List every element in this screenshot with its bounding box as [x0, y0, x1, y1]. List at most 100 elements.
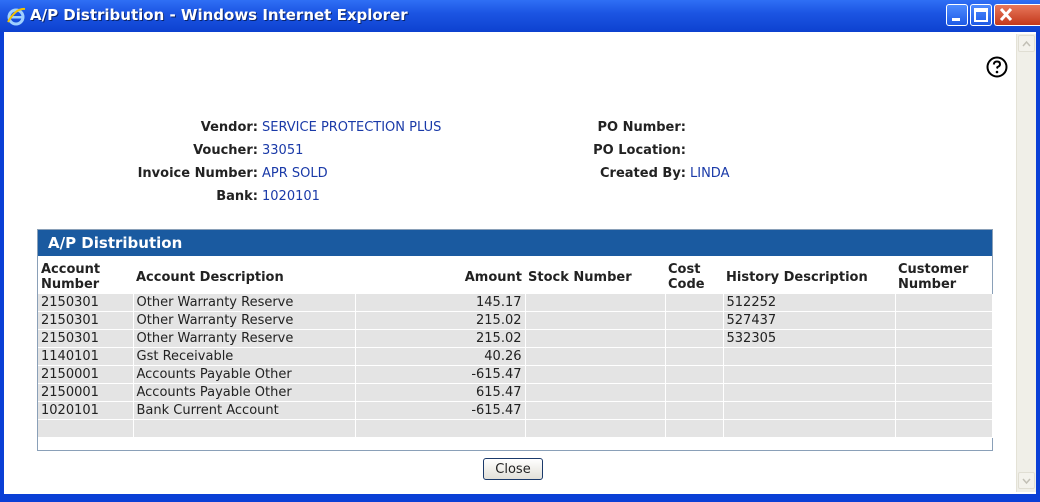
help-icon[interactable] — [986, 56, 1008, 78]
column-header-stock-number: Stock Number — [528, 269, 632, 285]
account-description-cell: Gst Receivable — [133, 347, 356, 366]
stock-number-cell — [525, 347, 666, 366]
po-location-row: PO Location: — [556, 143, 690, 158]
created-by-label: Created By: — [600, 166, 686, 181]
account-number-cell: 2150301 — [38, 329, 134, 348]
minimize-button[interactable] — [946, 4, 968, 26]
title-bar[interactable]: A/P Distribution - Windows Internet Expl… — [0, 0, 1040, 32]
column-header-account-number: Account Number — [41, 262, 101, 292]
ap-distribution-panel: A/P Distribution Account Number Account … — [37, 229, 993, 451]
amount-cell: 215.02 — [355, 311, 526, 330]
table-row: 1020101 Bank Current Account -615.47 — [38, 401, 993, 420]
stock-number-cell — [525, 383, 666, 402]
table-row: 2150301 Other Warranty Reserve 215.02 52… — [38, 311, 993, 330]
table-row: 2150301 Other Warranty Reserve 215.02 53… — [38, 329, 993, 348]
voucher-row: Voucher: 33051 — [112, 143, 303, 158]
po-location-label: PO Location: — [593, 143, 686, 158]
customer-number-cell — [895, 294, 993, 312]
amount-cell: 40.26 — [355, 347, 526, 366]
account-number-cell: 2150301 — [38, 311, 134, 330]
invoice-row: Invoice Number: APR SOLD — [112, 166, 328, 181]
account-description-cell: Bank Current Account — [133, 401, 356, 420]
cost-code-cell — [665, 401, 724, 420]
created-by-row: Created By: LINDA — [556, 166, 729, 181]
amount-cell: -615.47 — [355, 365, 526, 384]
cost-code-cell — [665, 347, 724, 366]
account-number-cell — [38, 419, 134, 438]
stock-number-cell — [525, 311, 666, 330]
amount-cell: 145.17 — [355, 294, 526, 312]
vendor-label: Vendor: — [200, 120, 258, 135]
account-description-cell: Other Warranty Reserve — [133, 329, 356, 348]
invoice-number-label: Invoice Number: — [137, 166, 258, 181]
distribution-table: Account Number Account Description Amoun… — [38, 260, 993, 438]
minimize-icon — [952, 18, 960, 21]
chevron-down-icon — [1022, 478, 1031, 485]
stock-number-cell — [525, 401, 666, 420]
po-number-row: PO Number: — [556, 120, 690, 135]
bank-label: Bank: — [216, 189, 258, 204]
customer-number-cell — [895, 329, 993, 348]
maximize-button[interactable] — [970, 4, 992, 26]
column-header-customer-number: Customer Number — [898, 262, 969, 292]
browser-window: A/P Distribution - Windows Internet Expl… — [0, 0, 1040, 502]
history-description-cell: 532305 — [723, 329, 896, 348]
vendor-value: SERVICE PROTECTION PLUS — [262, 120, 442, 135]
amount-cell: 215.02 — [355, 329, 526, 348]
bank-value: 1020101 — [262, 189, 320, 204]
stock-number-cell — [525, 419, 666, 438]
column-header-account-description: Account Description — [136, 269, 284, 285]
history-description-cell: 527437 — [723, 311, 896, 330]
close-button[interactable]: Close — [483, 458, 543, 480]
account-number-cell: 2150301 — [38, 294, 134, 312]
internet-explorer-icon — [6, 6, 26, 26]
table-row: 2150001 Accounts Payable Other 615.47 — [38, 383, 993, 402]
stock-number-cell — [525, 329, 666, 348]
history-description-cell — [723, 401, 896, 420]
scroll-down-button[interactable] — [1018, 472, 1035, 489]
panel-title: A/P Distribution — [38, 230, 992, 256]
history-description-cell — [723, 383, 896, 402]
column-header-amount: Amount — [464, 269, 522, 285]
history-description-cell — [723, 365, 896, 384]
po-number-label: PO Number: — [597, 120, 686, 135]
account-description-cell: Other Warranty Reserve — [133, 311, 356, 330]
account-description-cell — [133, 419, 356, 438]
bank-row: Bank: 1020101 — [112, 189, 320, 204]
voucher-label: Voucher: — [193, 143, 258, 158]
history-description-cell — [723, 347, 896, 366]
cost-code-cell — [665, 294, 724, 312]
vertical-scrollbar[interactable] — [1016, 34, 1036, 492]
table-row — [38, 419, 993, 438]
customer-number-cell — [895, 365, 993, 384]
account-description-cell: Accounts Payable Other — [133, 383, 356, 402]
account-number-cell: 2150001 — [38, 365, 134, 384]
account-description-cell: Accounts Payable Other — [133, 365, 356, 384]
invoice-number-value: APR SOLD — [262, 166, 328, 181]
voucher-value: 33051 — [262, 143, 304, 158]
table-header-row: Account Number Account Description Amoun… — [38, 260, 992, 294]
chevron-up-icon — [1022, 40, 1031, 47]
customer-number-cell — [895, 401, 993, 420]
table-row: 2150301 Other Warranty Reserve 145.17 51… — [38, 294, 993, 312]
account-description-cell: Other Warranty Reserve — [133, 294, 356, 312]
amount-cell: 615.47 — [355, 383, 526, 402]
account-number-cell: 2150001 — [38, 383, 134, 402]
maximize-icon — [974, 8, 988, 22]
table-row: 2150001 Accounts Payable Other -615.47 — [38, 365, 993, 384]
account-number-cell: 1140101 — [38, 347, 134, 366]
customer-number-cell — [895, 383, 993, 402]
table-row: 1140101 Gst Receivable 40.26 — [38, 347, 993, 366]
history-description-cell: 512252 — [723, 294, 896, 312]
account-number-cell: 1020101 — [38, 401, 134, 420]
close-icon — [999, 7, 1013, 22]
history-description-cell — [723, 419, 896, 438]
scroll-up-button[interactable] — [1018, 35, 1035, 52]
close-window-button[interactable] — [994, 4, 1040, 26]
stock-number-cell — [525, 365, 666, 384]
stock-number-cell — [525, 294, 666, 312]
cost-code-cell — [665, 329, 724, 348]
cost-code-cell — [665, 365, 724, 384]
vendor-row: Vendor: SERVICE PROTECTION PLUS — [112, 120, 442, 135]
customer-number-cell — [895, 311, 993, 330]
